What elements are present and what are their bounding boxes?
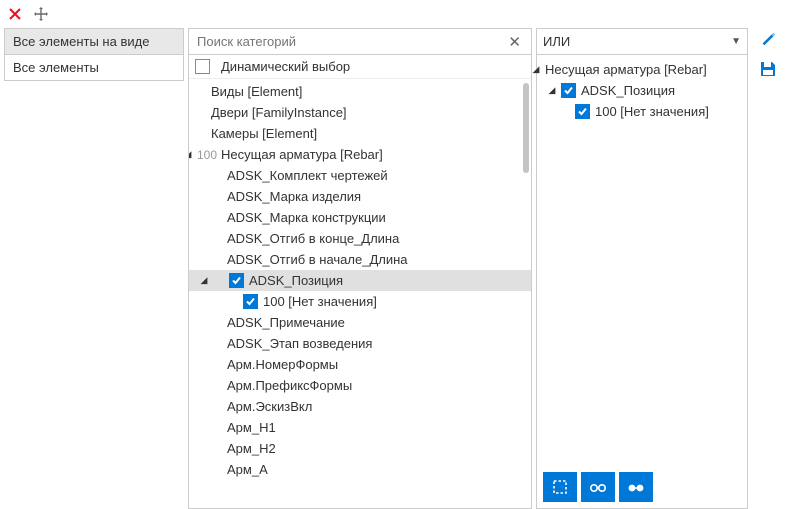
center-panel: ✕ Динамический выбор Виды [Element] Двери… [188, 28, 532, 509]
filter-tree: ◢Несущая арматура [Rebar] ◢ ADSK_Позиция 10… [537, 55, 747, 466]
logic-dropdown[interactable]: ИЛИ ▼ [537, 29, 747, 55]
tree-item[interactable]: ◢100 Несущая арматура [Rebar] [189, 144, 531, 165]
tree-item-label: Виды [Element] [211, 84, 302, 99]
select-rect-button[interactable] [543, 472, 577, 502]
tree-item[interactable]: ADSK_Марка изделия [189, 186, 531, 207]
tree-item-label: Двери [FamilyInstance] [211, 105, 347, 120]
dynamic-label: Динамический выбор [221, 59, 350, 74]
count-badge: 100 [197, 148, 217, 162]
tree-item-label: ADSK_Марка изделия [227, 189, 361, 204]
scope-list: Все элементы на виде Все элементы [4, 28, 184, 509]
tree-item[interactable]: ADSK_Примечание [189, 312, 531, 333]
tree-item[interactable]: Арм.НомерФормы [189, 354, 531, 375]
tree-item[interactable]: Арм_H1 [189, 417, 531, 438]
checkbox[interactable] [243, 294, 258, 309]
right-panel: ИЛИ ▼ ◢Несущая арматура [Rebar] ◢ ADSK_Поз… [536, 28, 748, 509]
save-icon[interactable] [759, 60, 777, 78]
tree-item[interactable]: ADSK_Комплект чертежей [189, 165, 531, 186]
dynamic-checkbox[interactable] [195, 59, 210, 74]
tree-item-label: ADSK_Отгиб в конце_Длина [227, 231, 399, 246]
expander-icon[interactable]: ◢ [189, 148, 195, 162]
side-icons [752, 28, 784, 509]
tree-item[interactable]: Арм.ЭскизВкл [189, 396, 531, 417]
tree-item-label: Камеры [Element] [211, 126, 317, 141]
glasses-outline-button[interactable] [581, 472, 615, 502]
tree-item[interactable]: ADSK_Отгиб в начале_Длина [189, 249, 531, 270]
tree-item-label: 100 [Нет значения] [595, 104, 709, 119]
tree-item-label: ADSK_Примечание [227, 315, 345, 330]
glasses-filled-button[interactable] [619, 472, 653, 502]
scope-item-view[interactable]: Все элементы на виде [4, 28, 184, 54]
tree-item[interactable]: ◢Несущая арматура [Rebar] [537, 59, 747, 80]
dynamic-row[interactable]: Динамический выбор [189, 55, 531, 79]
tree-item[interactable]: Виды [Element] [189, 81, 531, 102]
search-row: ✕ [189, 29, 531, 55]
tree-item-label: Несущая арматура [Rebar] [221, 147, 383, 162]
tree-item-label: ADSK_Позиция [249, 273, 343, 288]
scrollbar[interactable] [523, 83, 529, 173]
tree-item-label: Арм_H2 [227, 441, 276, 456]
tree-item-label: Несущая арматура [Rebar] [545, 62, 707, 77]
tree-item[interactable]: Арм_H2 [189, 438, 531, 459]
tree-item-label: ADSK_Отгиб в начале_Длина [227, 252, 408, 267]
tree-item[interactable]: Арм.ПрефиксФормы [189, 375, 531, 396]
tree-item[interactable]: ADSK_Этап возведения [189, 333, 531, 354]
checkbox[interactable] [229, 273, 244, 288]
tree-item[interactable]: ◢ ADSK_Позиция [189, 270, 531, 291]
search-input[interactable] [195, 33, 504, 50]
tree-item[interactable]: ADSK_Отгиб в конце_Длина [189, 228, 531, 249]
tree-item-label: Арм_H1 [227, 420, 276, 435]
tree-item-label: Арм.НомерФормы [227, 357, 338, 372]
category-tree: Виды [Element] Двери [FamilyInstance] Каме… [189, 79, 531, 508]
expander-icon[interactable]: ◢ [197, 274, 211, 288]
tree-item-label: ADSK_Комплект чертежей [227, 168, 388, 183]
tree-item-label: ADSK_Марка конструкции [227, 210, 386, 225]
tree-item-label: 100 [Нет значения] [263, 294, 377, 309]
dropdown-label: ИЛИ [543, 34, 570, 49]
expander-icon[interactable]: ◢ [529, 63, 543, 77]
scope-item-all[interactable]: Все элементы [4, 54, 184, 81]
tree-item-label: Арм_A [227, 462, 268, 477]
tree-item[interactable]: Двери [FamilyInstance] [189, 102, 531, 123]
clear-search-icon[interactable]: ✕ [504, 33, 525, 51]
checkbox[interactable] [575, 104, 590, 119]
tree-item[interactable]: 100 [Нет значения] [189, 291, 531, 312]
tree-item[interactable]: 100 [Нет значения] [537, 101, 747, 122]
close-icon[interactable] [6, 5, 24, 23]
brush-icon[interactable] [759, 30, 777, 48]
right-buttons [537, 466, 747, 508]
tree-item[interactable]: Арм_A [189, 459, 531, 480]
tree-item-label: ADSK_Позиция [581, 83, 675, 98]
chevron-down-icon: ▼ [731, 36, 741, 47]
move-icon[interactable] [32, 5, 50, 23]
expander-icon[interactable]: ◢ [545, 84, 559, 98]
tree-item[interactable]: ◢ ADSK_Позиция [537, 80, 747, 101]
tree-item[interactable]: Камеры [Element] [189, 123, 531, 144]
tree-item-label: Арм.ЭскизВкл [227, 399, 312, 414]
tree-item-label: Арм.ПрефиксФормы [227, 378, 352, 393]
tree-item-label: ADSK_Этап возведения [227, 336, 372, 351]
tree-item[interactable]: ADSK_Марка конструкции [189, 207, 531, 228]
checkbox[interactable] [561, 83, 576, 98]
